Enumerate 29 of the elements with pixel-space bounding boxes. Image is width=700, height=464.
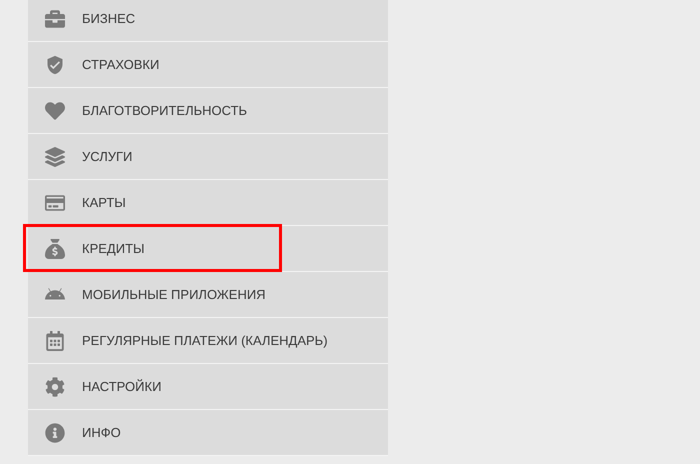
menu-label: БИЗНЕС [82, 10, 136, 28]
heart-icon [45, 100, 65, 120]
menu-item[interactable]: НАСТРОЙКИ [28, 364, 388, 410]
menu-label: КРЕДИТЫ [82, 240, 145, 258]
info-icon [45, 422, 65, 442]
menu-label: УСЛУГИ [82, 148, 132, 166]
menu-item[interactable]: БИЗНЕС [28, 0, 388, 42]
menu-label: ИНФО [82, 424, 121, 442]
menu-item[interactable]: СТРАХОВКИ [28, 42, 388, 88]
menu-item[interactable]: МОБИЛЬНЫЕ ПРИЛОЖЕНИЯ [28, 272, 388, 318]
menu-label: БЛАГОТВОРИТЕЛЬНОСТЬ [82, 102, 248, 120]
layers-icon [45, 146, 65, 166]
credit-card-icon [45, 192, 65, 212]
menu-item[interactable]: УСЛУГИ [28, 134, 388, 180]
menu-label: СТРАХОВКИ [82, 56, 160, 74]
menu-item[interactable]: КРЕДИТЫ [28, 226, 388, 272]
calendar-icon [45, 330, 65, 350]
menu-item[interactable]: БЛАГОТВОРИТЕЛЬНОСТЬ [28, 88, 388, 134]
menu-label: КАРТЫ [82, 194, 126, 212]
menu-label: МОБИЛЬНЫЕ ПРИЛОЖЕНИЯ [82, 286, 266, 304]
menu-item[interactable]: РЕГУЛЯРНЫЕ ПЛАТЕЖИ (КАЛЕНДАРЬ) [28, 318, 388, 364]
menu-label: НАСТРОЙКИ [82, 378, 162, 396]
settings-icon [45, 376, 65, 396]
money-bag-icon [45, 238, 65, 258]
menu-label: РЕГУЛЯРНЫЕ ПЛАТЕЖИ (КАЛЕНДАРЬ) [82, 332, 328, 350]
shield-check-icon [45, 54, 65, 74]
menu-item[interactable]: ИНФО [28, 410, 388, 456]
briefcase-icon [45, 8, 65, 28]
menu-item[interactable]: КАРТЫ [28, 180, 388, 226]
